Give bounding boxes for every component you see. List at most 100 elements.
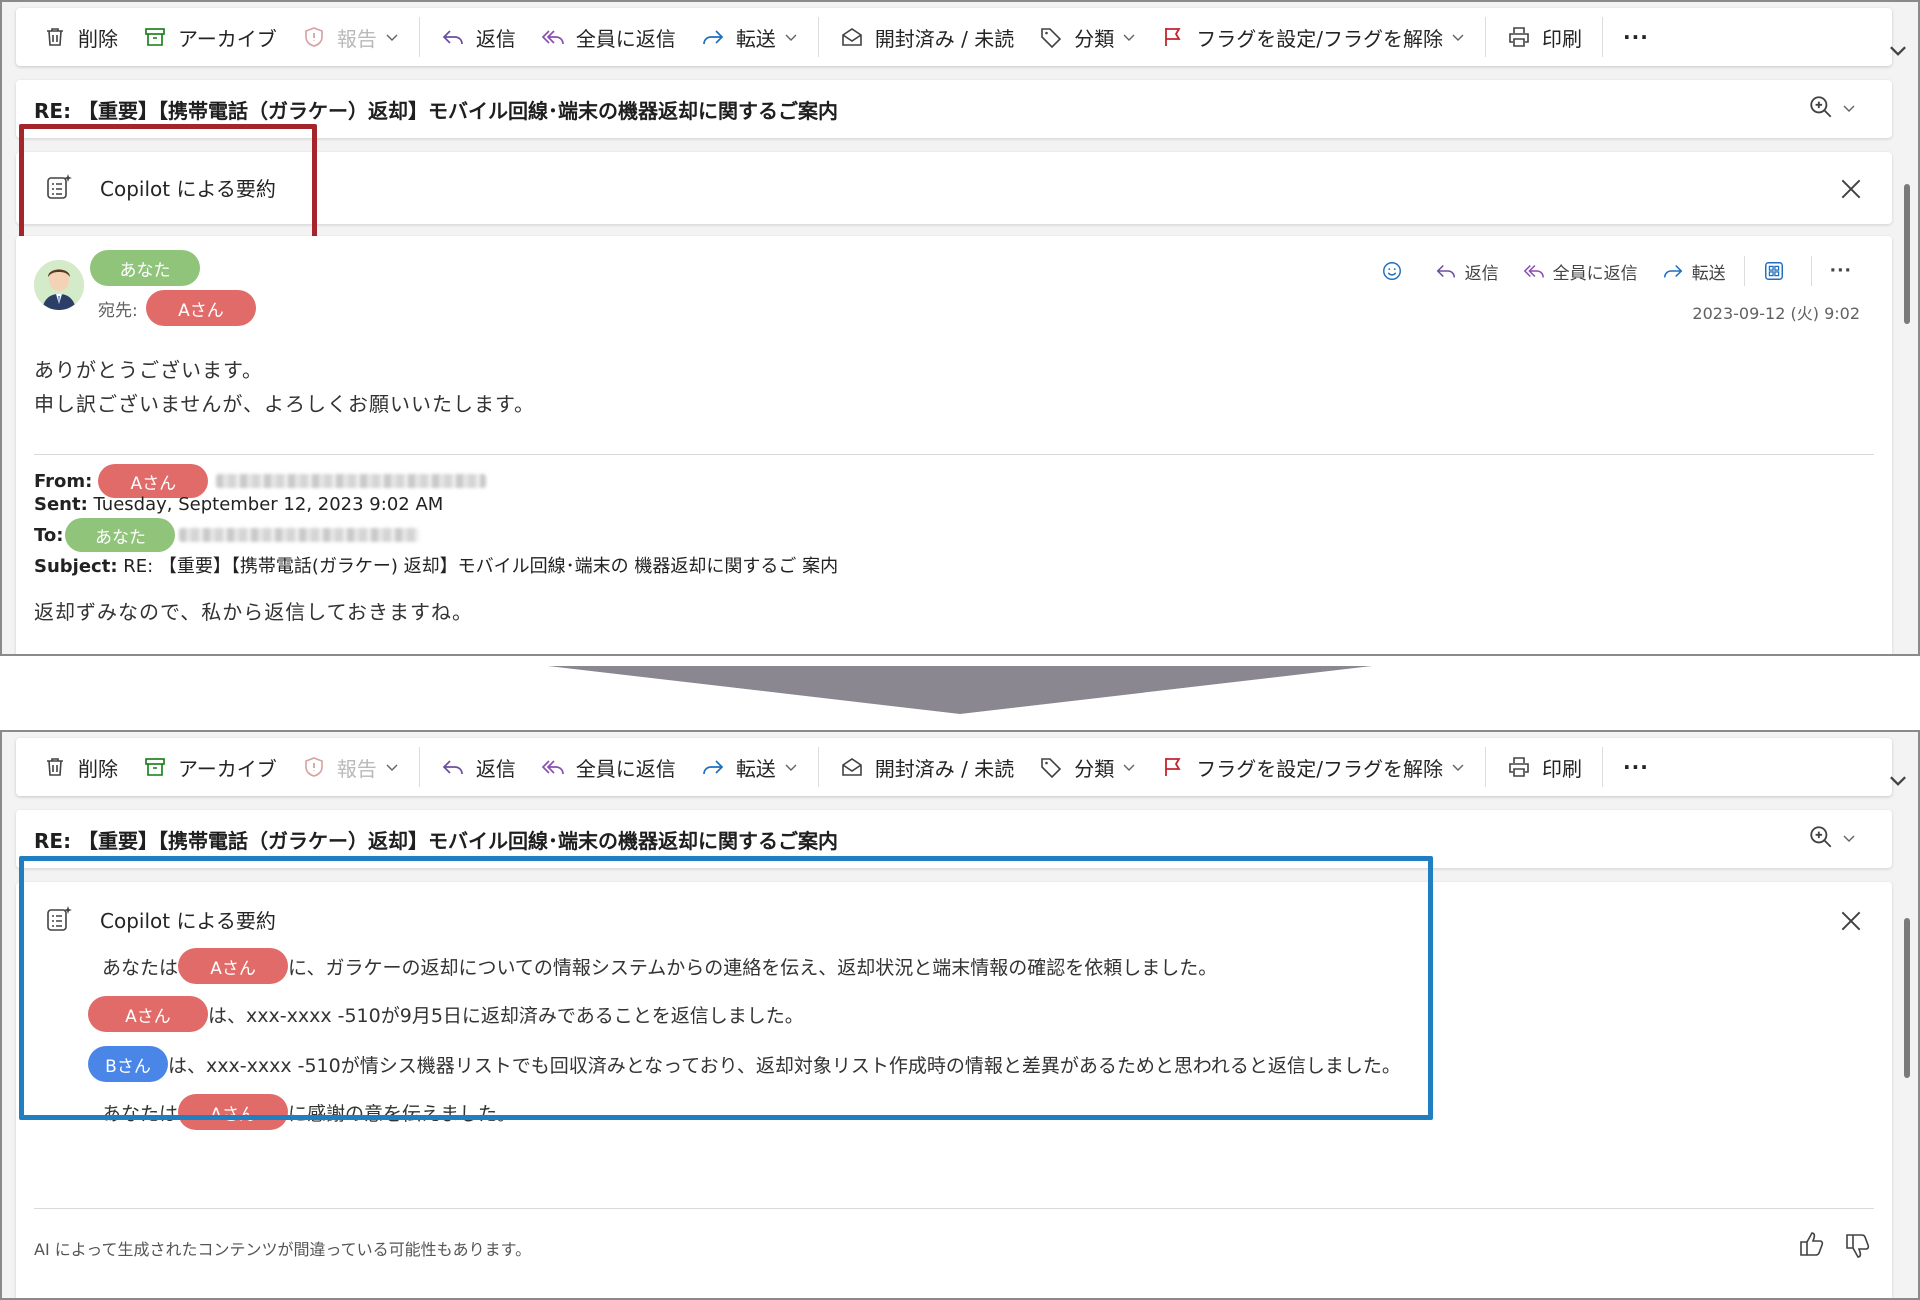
reply-all-icon [540,24,566,50]
print-button[interactable]: 印刷 [1494,747,1594,787]
zoom-button[interactable] [1808,824,1856,854]
toolbar-divider [418,17,420,57]
printer-icon [1506,24,1532,50]
scrollbar-thumb[interactable] [1904,918,1910,1078]
read-unread-button[interactable]: 開封済み / 未読 [827,747,1026,787]
forward-label: 転送 [735,26,776,51]
apps-button[interactable] [1753,254,1803,288]
reply-label: 返信 [475,756,516,781]
outlook-window-after: 削除 アーカイブ 報告 返信 全員に返信 転送 開封済み / 未読 分類 フラグ… [0,730,1920,1300]
trash-icon [42,754,68,780]
apps-icon [1763,260,1785,282]
delete-button[interactable]: 削除 [30,17,130,57]
more-actions-button[interactable]: ··· [1611,747,1661,787]
chevron-down-icon[interactable] [784,760,798,774]
message-date: 2023-09-12 (火) 9:02 [1692,304,1860,323]
recipient-name[interactable]: Aさん [146,290,256,326]
scrollbar-thumb[interactable] [1904,184,1910,324]
flag-button[interactable]: フラグを設定/フラグを解除 [1148,17,1477,57]
quoted-to-name[interactable]: あなた [65,518,176,552]
categorize-label: 分類 [1074,26,1115,51]
archive-button[interactable]: アーカイブ [130,17,289,57]
zoom-icon [1808,94,1834,124]
emoji-icon [1381,260,1403,282]
ribbon-collapse-icon[interactable] [1888,40,1908,60]
reply-icon [1435,260,1457,282]
categorize-button[interactable]: 分類 [1026,747,1148,787]
read-unread-label: 開封済み / 未読 [874,26,1015,51]
message-reply-button[interactable]: 返信 [1425,254,1509,288]
ribbon-toolbar: 削除 アーカイブ 報告 返信 全員に返信 転送 開封済み / 未読 分類 フラグ… [16,738,1892,796]
highlight-box-blue [19,856,1433,1120]
quoted-subject-value: RE: 【重要】【携帯電話(ガラケー) 返却】モバイル回線･端末の 機器返却に関… [123,556,839,577]
reply-button[interactable]: 返信 [428,17,528,57]
flag-icon [1160,24,1186,50]
delete-label: 削除 [78,26,118,51]
chevron-down-icon[interactable] [1451,30,1465,44]
forward-icon [700,24,726,50]
quoted-to-label: To: [34,524,64,546]
ribbon-collapse-icon[interactable] [1888,770,1908,790]
chevron-down-icon[interactable] [1122,30,1136,44]
quoted-body: 返却ずみなので、私から返信しておきますね。 [34,600,473,624]
forward-button[interactable]: 転送 [688,747,810,787]
summary-divider [34,1208,1874,1209]
close-icon[interactable] [1838,908,1864,934]
message-reply-all-button[interactable]: 全員に返信 [1513,254,1648,288]
print-button[interactable]: 印刷 [1494,17,1594,57]
message-reply-all-label: 全員に返信 [1552,263,1638,284]
thumbs-up-icon[interactable] [1798,1230,1826,1258]
delete-button[interactable]: 削除 [30,747,130,787]
reply-label: 返信 [475,26,516,51]
avatar [34,260,84,310]
message-body-line: 申し訳ございませんが、よろしくお願いいたします。 [34,392,535,416]
trash-icon [42,24,68,50]
tag-icon [1038,754,1064,780]
more-actions-button[interactable]: ··· [1611,17,1661,57]
message-more-button[interactable]: ··· [1820,254,1862,288]
toolbar-divider [1602,17,1604,57]
archive-button[interactable]: アーカイブ [130,747,289,787]
reply-all-button[interactable]: 全員に返信 [528,17,688,57]
reply-icon [440,754,466,780]
message-forward-button[interactable]: 転送 [1652,254,1736,288]
report-label: 報告 [336,26,377,51]
highlight-box-red [19,124,317,244]
quoted-from-name[interactable]: Aさん [98,464,209,498]
flag-button[interactable]: フラグを設定/フラグを解除 [1148,747,1477,787]
envelope-open-icon [839,24,865,50]
chevron-down-icon [1842,830,1856,849]
report-button[interactable]: 報告 [289,747,411,787]
chevron-down-icon[interactable] [1122,760,1136,774]
close-icon[interactable] [1838,176,1864,202]
categorize-button[interactable]: 分類 [1026,17,1148,57]
report-button[interactable]: 報告 [289,17,411,57]
emoji-reaction-button[interactable] [1371,254,1421,288]
chevron-down-icon[interactable] [784,30,798,44]
forward-button[interactable]: 転送 [688,17,810,57]
flag-label: フラグを設定/フラグを解除 [1196,756,1444,781]
toolbar-divider [418,747,420,787]
reply-all-button[interactable]: 全員に返信 [528,747,688,787]
quote-divider [34,454,1874,455]
toolbar-divider [1602,747,1604,787]
flag-label: フラグを設定/フラグを解除 [1196,26,1444,51]
message-more-label: ··· [1829,261,1852,281]
toolbar-divider [1485,17,1487,57]
toolbar-divider [817,17,819,57]
print-label: 印刷 [1542,26,1583,51]
quoted-to: To: あなた [34,518,420,552]
read-unread-button[interactable]: 開封済み / 未読 [827,17,1026,57]
ribbon-toolbar: 削除 アーカイブ 報告 返信 全員に返信 転送 開封済み / 未読 分類 フラグ… [16,8,1892,66]
message-actions: 返信 全員に返信 転送 ··· [1371,254,1862,288]
categorize-label: 分類 [1074,756,1115,781]
zoom-button[interactable] [1808,94,1856,124]
redacted-email [216,474,487,488]
reply-button[interactable]: 返信 [428,747,528,787]
ai-disclaimer: AI によって生成されたコンテンツが間違っている可能性もあります。 [34,1240,532,1259]
chevron-down-icon[interactable] [1451,760,1465,774]
thumbs-down-icon[interactable] [1844,1232,1872,1260]
shield-icon [301,754,327,780]
sender-name[interactable]: あなた [90,250,200,286]
reply-all-label: 全員に返信 [575,756,676,781]
